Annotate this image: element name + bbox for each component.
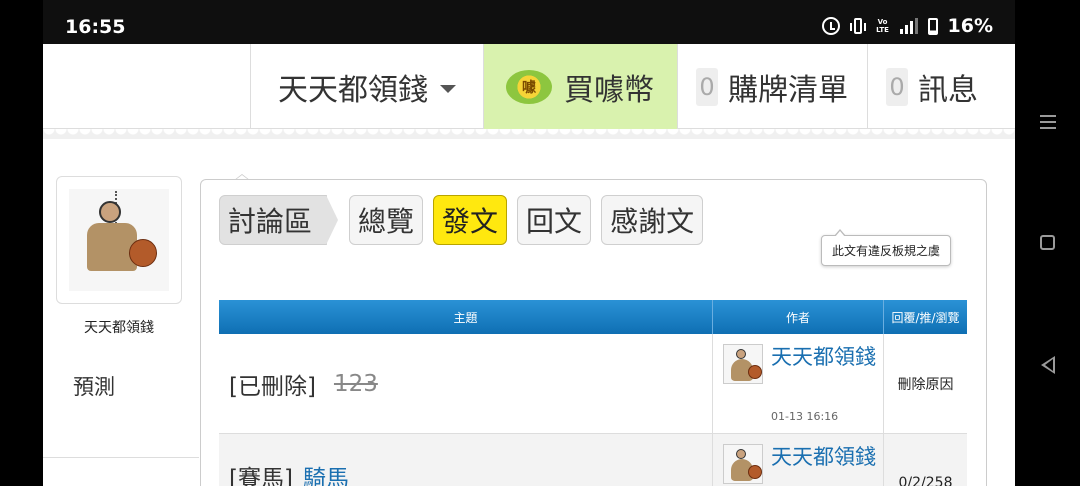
alarm-icon	[821, 17, 840, 35]
topic-title-link[interactable]: 騎馬	[303, 459, 349, 486]
table-row[interactable]: [賽馬] 騎馬 天天都領錢 0/2/258	[219, 434, 967, 486]
caret-down-icon	[440, 84, 456, 93]
wave-divider	[43, 129, 1015, 139]
author-avatar[interactable]	[723, 344, 763, 384]
header-stats: 回覆/推/瀏覽	[891, 310, 960, 325]
author-avatar[interactable]	[723, 444, 763, 484]
reply-button[interactable]: 回文	[517, 195, 592, 245]
thanks-post-button[interactable]: 感謝文	[601, 195, 704, 245]
buy-coin-button[interactable]: 噱 買噱幣	[483, 44, 677, 129]
status-icons: Vo LTE 16%	[821, 15, 993, 37]
topic-title: 123	[333, 370, 378, 397]
user-menu-label: 天天都領錢	[278, 72, 428, 108]
table-row[interactable]: [已刪除] 123 天天都領錢 01-13 16:16 刪除原因	[219, 334, 967, 434]
cart-label: 購牌清單	[728, 72, 848, 108]
cart-count-badge: 0	[696, 67, 718, 106]
cart-link[interactable]: 0 購牌清單	[677, 44, 867, 129]
table-header: 主題 作者 回覆/推/瀏覽	[219, 300, 967, 334]
stats-cell[interactable]: 刪除原因	[884, 334, 967, 433]
header-topic: 主題	[219, 300, 713, 334]
deleted-reason-tooltip: 此文有違反板規之虞	[821, 229, 952, 266]
status-bar: 16:55 Vo LTE 16%	[43, 0, 1015, 44]
volte-icon: Vo LTE	[876, 18, 889, 34]
coin-icon: 噱	[506, 69, 552, 104]
topic-cell: [已刪除] 123	[219, 334, 713, 433]
messages-label: 訊息	[918, 72, 978, 108]
top-nav: 天天都領錢 噱 買噱幣 0 購牌清單 0 訊息	[43, 44, 1015, 129]
recent-apps-icon[interactable]	[1040, 115, 1056, 133]
topic-prefix: [已刪除]	[229, 373, 316, 400]
author-name[interactable]: 天天都領錢	[771, 444, 881, 471]
main-area: 天天都領錢 預測 討論區 總覽 發文 回文 感謝文 主題 作者 回覆/推/瀏覽	[43, 139, 1015, 486]
profile-name[interactable]: 天天都領錢	[43, 317, 195, 337]
author-cell: 天天都領錢	[713, 434, 884, 486]
battery-percent: 16%	[947, 15, 993, 37]
forum-board: 討論區 總覽 發文 回文 感謝文 主題 作者 回覆/推/瀏覽 [已刪除] 123…	[200, 179, 987, 486]
home-icon[interactable]	[1040, 235, 1055, 250]
author-name[interactable]: 天天都領錢	[771, 344, 881, 371]
board-toolbar: 討論區 總覽 發文 回文 感謝文	[219, 194, 704, 246]
web-content: 天天都領錢 噱 買噱幣 0 購牌清單 0 訊息 天天都領錢 預測 討論區 總覽 …	[43, 44, 1015, 486]
topic-cell: [賽馬] 騎馬	[219, 434, 713, 486]
signal-icon	[899, 18, 918, 34]
avatar	[69, 189, 169, 291]
screen: 16:55 Vo LTE 16% 天天都領錢 噱 買噱幣 0 購牌清單 0 訊息…	[0, 0, 1080, 486]
user-menu-dropdown[interactable]: 天天都領錢	[250, 44, 483, 129]
system-nav-bar	[1015, 0, 1080, 486]
topic-table: 主題 作者 回覆/推/瀏覽 [已刪除] 123 天天都領錢 01-13 16:1…	[219, 300, 967, 486]
overview-button[interactable]: 總覽	[349, 195, 424, 245]
header-author: 作者	[713, 300, 884, 334]
new-post-button[interactable]: 發文	[433, 195, 508, 245]
messages-link[interactable]: 0 訊息	[867, 44, 1015, 129]
buy-coin-label: 買噱幣	[564, 72, 654, 108]
status-time: 16:55	[65, 16, 126, 38]
stats-cell: 0/2/258	[898, 475, 953, 486]
message-count-badge: 0	[886, 67, 908, 106]
breadcrumb-forum[interactable]: 討論區	[219, 195, 339, 245]
back-icon[interactable]	[1041, 356, 1055, 374]
battery-icon	[927, 17, 938, 35]
vibrate-icon	[849, 18, 866, 34]
sidebar-divider	[43, 457, 199, 458]
topic-prefix: [賽馬]	[229, 466, 293, 486]
sidebar-item-predict[interactable]: 預測	[43, 371, 195, 401]
author-cell: 天天都領錢 01-13 16:16	[713, 334, 884, 433]
profile-avatar-card[interactable]	[56, 176, 182, 304]
post-time: 01-13 16:16	[771, 410, 839, 423]
